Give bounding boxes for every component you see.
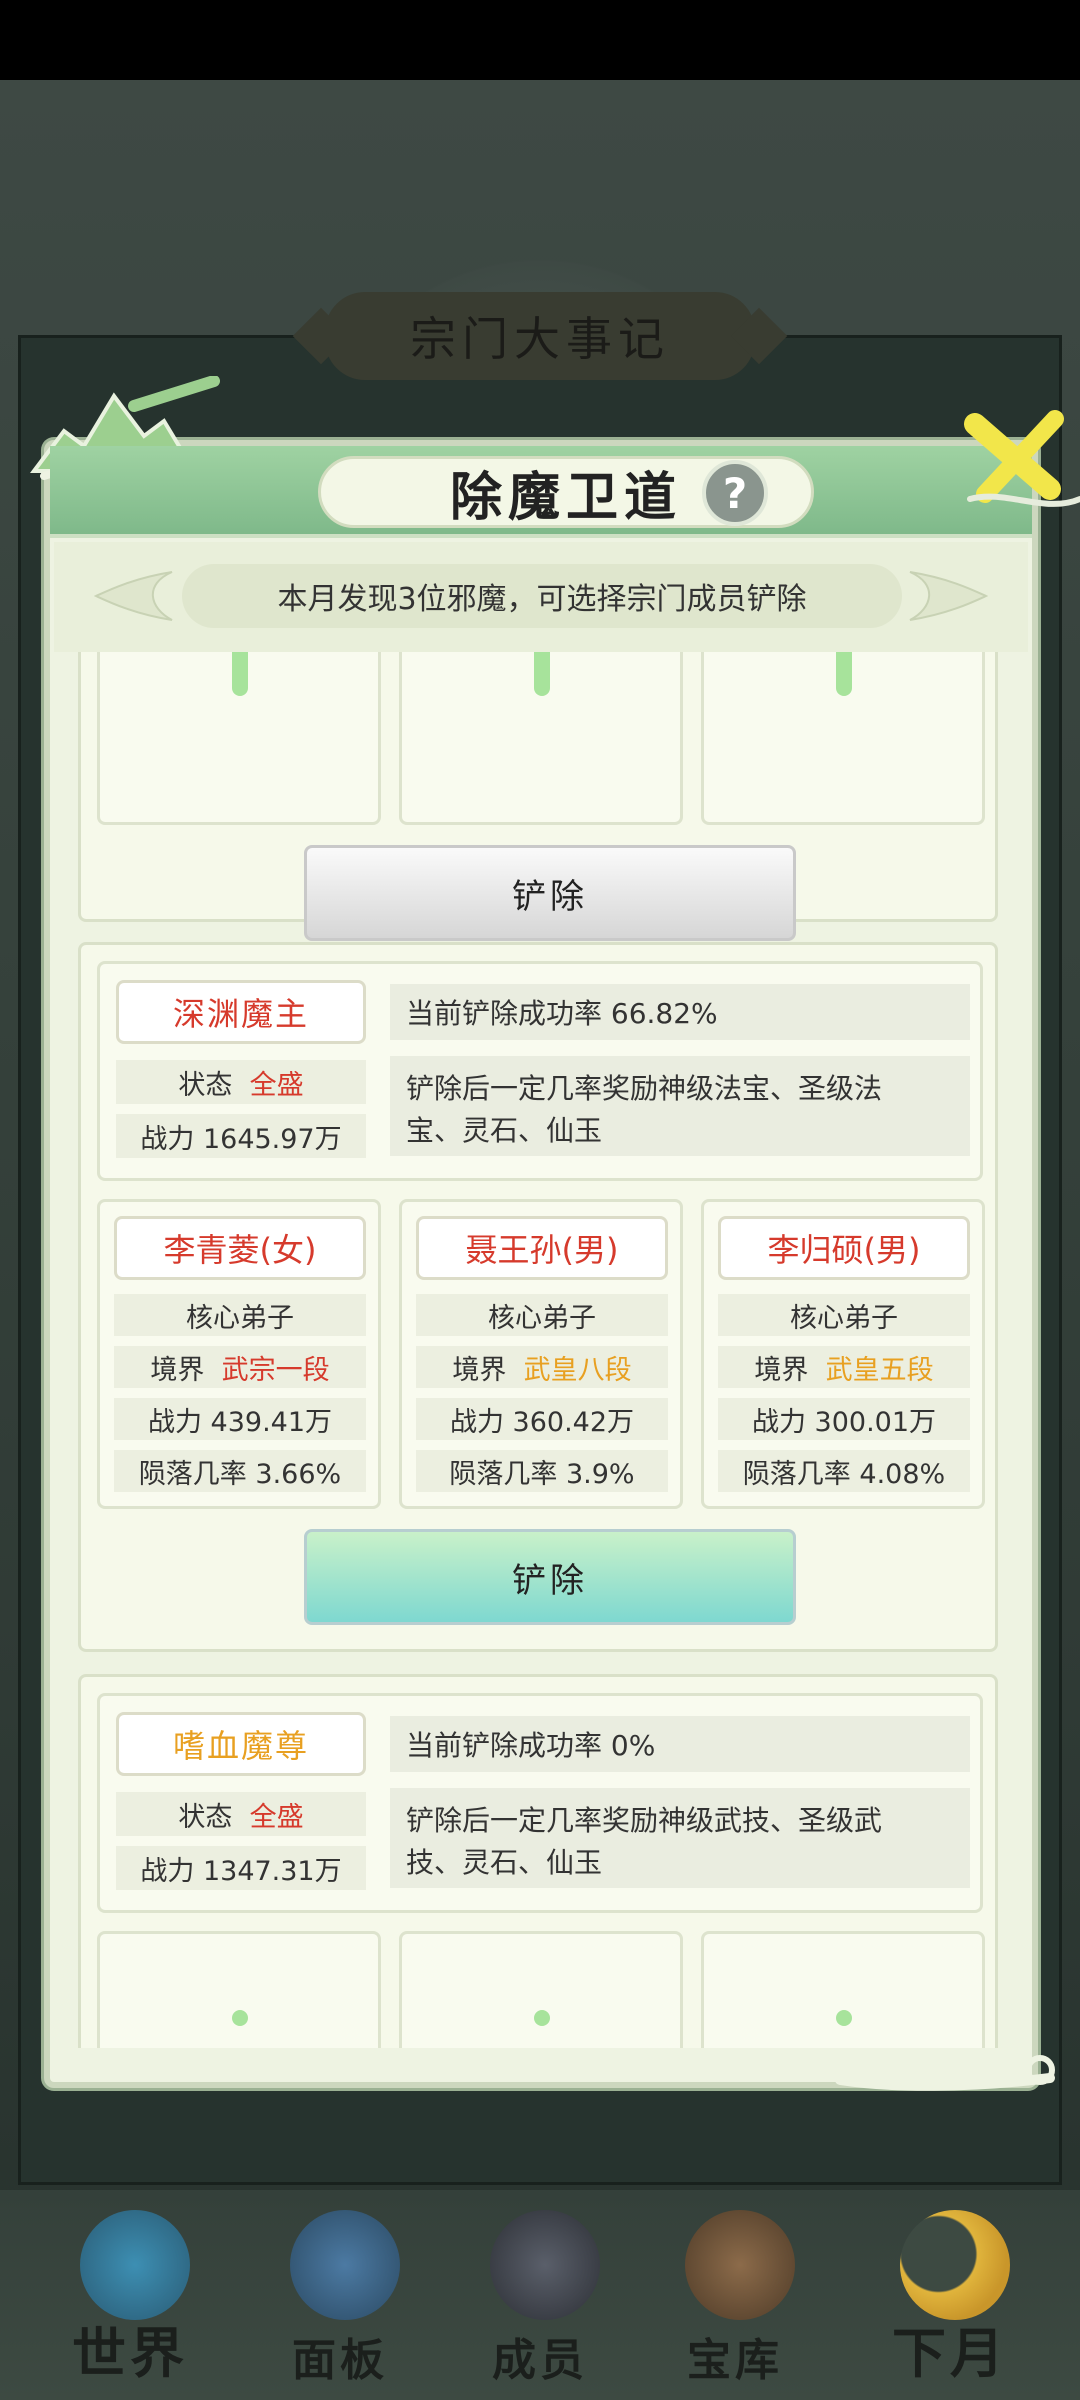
nav-members[interactable]: 成员 xyxy=(440,2190,640,2400)
slot-placeholder-stem xyxy=(232,652,248,696)
nav-label: 成员 xyxy=(492,2335,588,2386)
world-pagoda-icon xyxy=(80,2210,190,2320)
nav-next-month[interactable]: 下月 xyxy=(850,2190,1050,2400)
modal-header: 除魔卫道 ? xyxy=(50,446,1032,538)
nav-label: 下月 xyxy=(892,2322,1008,2385)
eliminate-button[interactable]: 铲除 xyxy=(304,1529,796,1625)
slot-placeholder-stem xyxy=(836,652,852,696)
demon-card-previous: 铲除 xyxy=(78,652,998,941)
realm-label: 境界 xyxy=(452,1354,507,1386)
member-power: 战力 360.42万 xyxy=(416,1398,668,1440)
member-rank: 核心弟子 xyxy=(718,1294,970,1336)
status-label: 状态 xyxy=(178,1069,233,1101)
success-rate: 当前铲除成功率 66.82% xyxy=(390,984,970,1040)
nav-treasury[interactable]: 宝库 xyxy=(635,2190,835,2400)
demon-name: 嗜血魔尊 xyxy=(116,1712,366,1776)
member-name: 李青菱(女) xyxy=(114,1216,366,1280)
member-card[interactable]: 聂王孙(男) 核心弟子 境界 武皇八段 战力 360.42万 陨落几率 3.9% xyxy=(399,1199,683,1509)
scroll-decoration-icon xyxy=(835,2055,1055,2091)
slot-placeholder-icon xyxy=(836,2010,852,2026)
demon-list[interactable]: 铲除 深渊魔主 状态 全盛 战力 1645.97万 当前铲除成功率 66.82%… xyxy=(54,652,1028,2048)
reward-line: 铲除后一定几率奖励神级武技、圣级武 xyxy=(406,1804,883,1837)
notice-text: 本月发现3位邪魔，可选择宗门成员铲除 xyxy=(182,564,902,628)
help-button[interactable]: ? xyxy=(702,460,768,526)
wing-left-icon xyxy=(94,571,173,621)
member-slot-empty[interactable] xyxy=(399,1931,683,2048)
realm-label: 境界 xyxy=(150,1354,205,1386)
realm-value: 武宗一段 xyxy=(221,1354,330,1386)
reward-line: 宝、灵石、仙玉 xyxy=(406,1114,603,1147)
member-slot-empty[interactable] xyxy=(399,652,683,825)
status-value: 全盛 xyxy=(249,1801,304,1833)
panel-gate-icon xyxy=(290,2210,400,2320)
member-name: 李归硕(男) xyxy=(718,1216,970,1280)
close-icon[interactable] xyxy=(955,404,1080,514)
nav-label: 宝库 xyxy=(687,2335,783,2386)
member-card[interactable]: 李归硕(男) 核心弟子 境界 武皇五段 战力 300.01万 陨落几率 4.08… xyxy=(701,1199,985,1509)
member-realm: 境界 武皇八段 xyxy=(416,1346,668,1388)
success-rate: 当前铲除成功率 0% xyxy=(390,1716,970,1772)
bottom-nav: 世界 面板 成员 宝库 下月 xyxy=(0,2190,1080,2400)
member-slot-empty[interactable] xyxy=(701,1931,985,2048)
nav-label: 世界 xyxy=(72,2322,188,2385)
eliminate-button-disabled[interactable]: 铲除 xyxy=(304,845,796,941)
demon-card: 深渊魔主 状态 全盛 战力 1645.97万 当前铲除成功率 66.82% 铲除… xyxy=(78,942,998,1652)
treasury-temple-icon xyxy=(685,2210,795,2320)
demon-info: 深渊魔主 状态 全盛 战力 1645.97万 当前铲除成功率 66.82% 铲除… xyxy=(97,961,983,1181)
demon-status: 状态 全盛 xyxy=(116,1060,366,1104)
status-label: 状态 xyxy=(178,1801,233,1833)
realm-value: 武皇八段 xyxy=(523,1354,632,1386)
demon-status: 状态 全盛 xyxy=(116,1792,366,1836)
member-slot-empty[interactable] xyxy=(97,652,381,825)
nav-label: 面板 xyxy=(292,2335,388,2386)
wing-right-icon xyxy=(909,571,988,621)
member-rank: 核心弟子 xyxy=(416,1294,668,1336)
notice-area: 本月发现3位邪魔，可选择宗门成员铲除 xyxy=(54,542,1028,652)
background-banner-title: 宗门大事记 xyxy=(325,292,755,380)
slot-placeholder-icon xyxy=(232,2010,248,2026)
member-fall-rate: 陨落几率 3.9% xyxy=(416,1450,668,1492)
reward-text: 铲除后一定几率奖励神级法宝、圣级法 宝、灵石、仙玉 xyxy=(390,1056,970,1156)
demon-info: 嗜血魔尊 状态 全盛 战力 1347.31万 当前铲除成功率 0% 铲除后一定几… xyxy=(97,1693,983,1913)
nav-panel[interactable]: 面板 xyxy=(240,2190,440,2400)
reward-text: 铲除后一定几率奖励神级武技、圣级武 技、灵石、仙玉 xyxy=(390,1788,970,1888)
demon-name: 深渊魔主 xyxy=(116,980,366,1044)
realm-value: 武皇五段 xyxy=(825,1354,934,1386)
slot-placeholder-icon xyxy=(534,2010,550,2026)
modal-dialog: 除魔卫道 ? 本月发现3位邪魔，可选择宗门成员铲除 铲除 深渊魔主 状态 全盛 … xyxy=(30,376,1080,2088)
member-card[interactable]: 李青菱(女) 核心弟子 境界 武宗一段 战力 439.41万 陨落几率 3.66… xyxy=(97,1199,381,1509)
member-power: 战力 439.41万 xyxy=(114,1398,366,1440)
nav-world[interactable]: 世界 xyxy=(30,2190,230,2400)
member-name: 聂王孙(男) xyxy=(416,1216,668,1280)
realm-label: 境界 xyxy=(754,1354,809,1386)
member-fall-rate: 陨落几率 3.66% xyxy=(114,1450,366,1492)
slot-placeholder-stem xyxy=(534,652,550,696)
member-figure-icon xyxy=(490,2210,600,2320)
demon-card: 嗜血魔尊 状态 全盛 战力 1347.31万 当前铲除成功率 0% 铲除后一定几… xyxy=(78,1674,998,2048)
status-value: 全盛 xyxy=(249,1069,304,1101)
member-row: 李青菱(女) 核心弟子 境界 武宗一段 战力 439.41万 陨落几率 3.66… xyxy=(97,1199,985,1509)
reward-line: 技、灵石、仙玉 xyxy=(406,1846,603,1879)
status-bar xyxy=(0,0,1080,80)
member-realm: 境界 武皇五段 xyxy=(718,1346,970,1388)
member-realm: 境界 武宗一段 xyxy=(114,1346,366,1388)
next-month-moon-icon xyxy=(900,2210,1010,2320)
member-slot-empty[interactable] xyxy=(97,1931,381,2048)
reward-line: 铲除后一定几率奖励神级法宝、圣级法 xyxy=(406,1072,883,1105)
member-rank: 核心弟子 xyxy=(114,1294,366,1336)
member-fall-rate: 陨落几率 4.08% xyxy=(718,1450,970,1492)
demon-power: 战力 1347.31万 xyxy=(116,1846,366,1890)
member-slot-empty[interactable] xyxy=(701,652,985,825)
demon-power: 战力 1645.97万 xyxy=(116,1114,366,1158)
member-power: 战力 300.01万 xyxy=(718,1398,970,1440)
